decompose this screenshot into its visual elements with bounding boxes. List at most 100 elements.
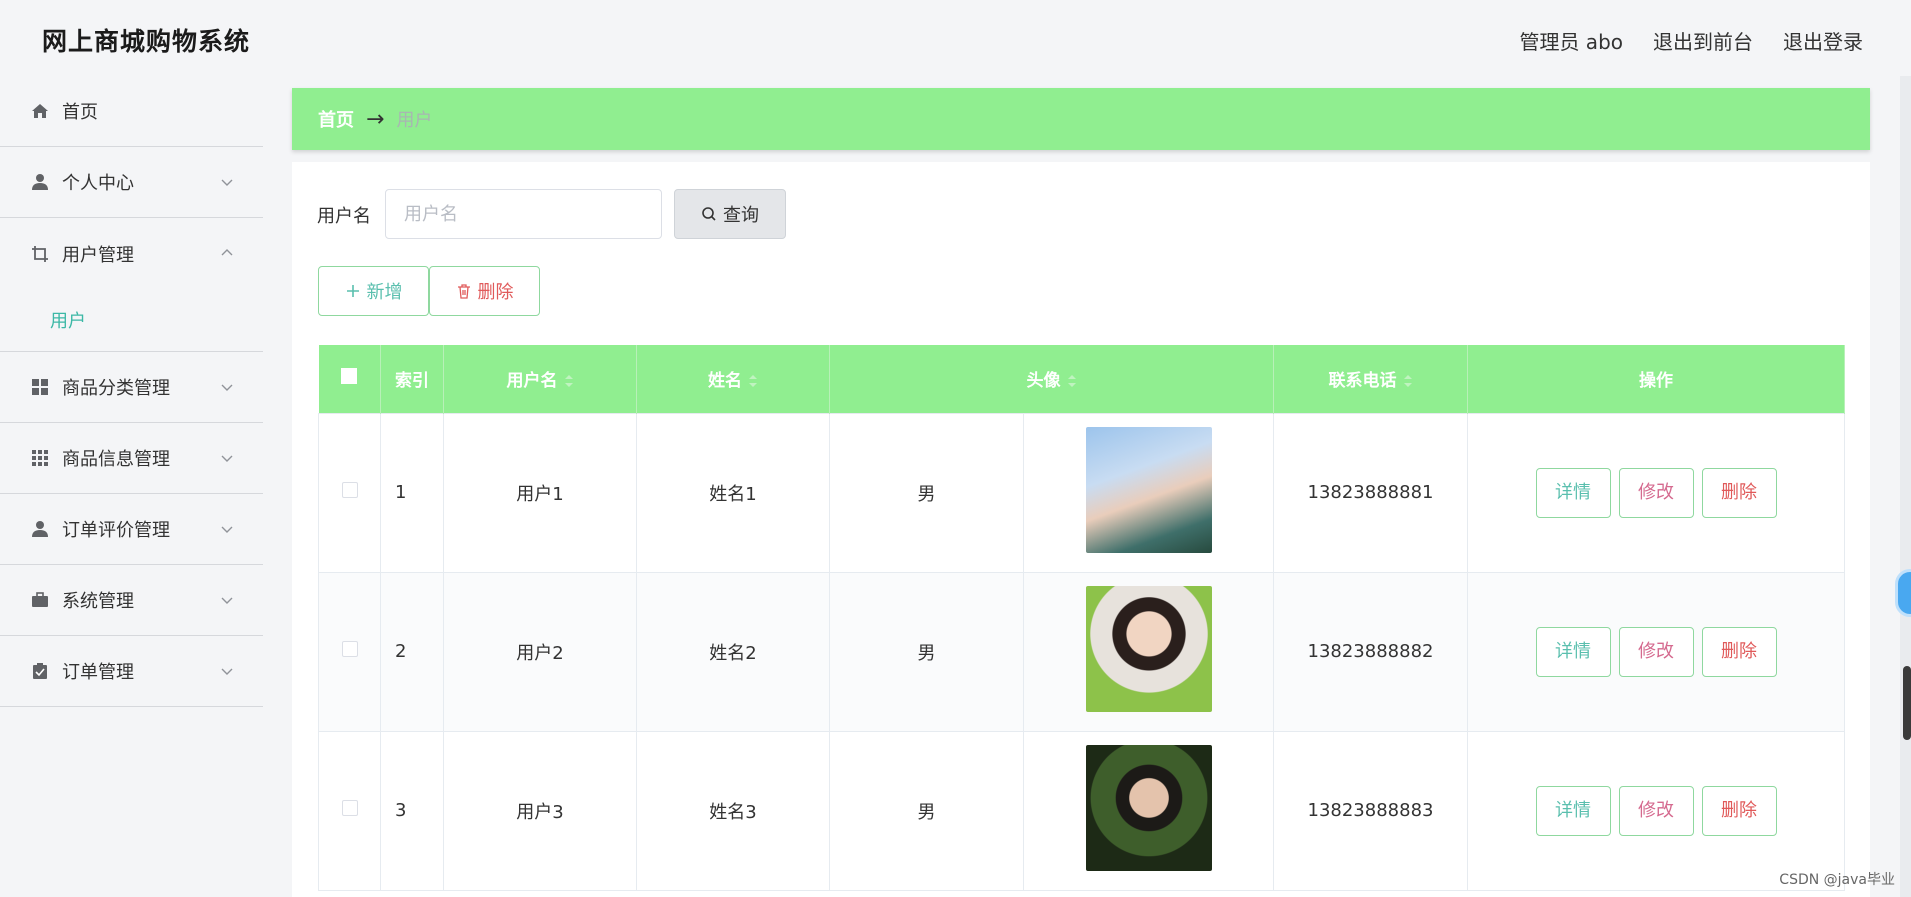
- row-actions: 详情 修改 删除: [1467, 412, 1845, 573]
- select-all-header[interactable]: [318, 345, 381, 413]
- row-gender: 男: [829, 412, 1024, 573]
- sidebar-item-home[interactable]: 首页: [0, 76, 263, 147]
- avatar-image: [1085, 586, 1212, 712]
- breadcrumb-current: 用户: [396, 110, 433, 131]
- watermark: CSDN @java毕业: [1779, 872, 1895, 888]
- sort-icon[interactable]: [748, 374, 758, 388]
- breadcrumb-home[interactable]: 首页: [318, 106, 354, 132]
- row-name: 姓名3: [636, 730, 830, 891]
- crop-icon: [30, 244, 50, 264]
- table-row: 1 用户1 姓名1 男 13823888881 详情 修改 删除: [318, 412, 1845, 573]
- detail-button[interactable]: 详情: [1535, 467, 1611, 518]
- sort-icon[interactable]: [1403, 374, 1413, 388]
- row-phone: 13823888881: [1273, 412, 1468, 573]
- row-index: 1: [380, 412, 444, 573]
- sidebar-item-personal-center[interactable]: 个人中心: [0, 147, 263, 218]
- chevron-down-icon: [221, 668, 233, 675]
- row-gender: 男: [829, 730, 1024, 891]
- column-header-label: 联系电话: [1328, 371, 1397, 392]
- back-to-frontend-link[interactable]: 退出到前台: [1653, 26, 1753, 55]
- column-header-actions: 操作: [1467, 345, 1845, 413]
- sidebar-item-user-management[interactable]: 用户管理: [0, 218, 263, 289]
- clipboard-icon: [30, 661, 50, 681]
- grid-icon: [30, 377, 50, 397]
- chevron-down-icon: [221, 455, 233, 462]
- row-select-cell: [318, 730, 381, 891]
- users-table: 索引 用户名 姓名 头像 联系电话 操作 1 用户1 姓名1 男 1382388…: [318, 345, 1845, 891]
- sort-icon[interactable]: [564, 374, 574, 388]
- page-scrollbar[interactable]: [1900, 76, 1911, 897]
- edit-button[interactable]: 修改: [1618, 467, 1694, 518]
- delete-button[interactable]: 删除: [1701, 467, 1777, 518]
- avatar-image: [1085, 745, 1212, 871]
- sidebar-item-label: 个人中心: [62, 173, 134, 194]
- sidebar-item-label: 首页: [62, 102, 98, 123]
- search-button[interactable]: 查询: [674, 189, 786, 239]
- app-header: 网上商城购物系统 管理员 abo 退出到前台 退出登录: [0, 0, 1911, 76]
- table-header-row: 索引 用户名 姓名 头像 联系电话 操作: [318, 345, 1845, 413]
- column-header-label: 头像: [1026, 371, 1061, 392]
- row-phone: 13823888882: [1273, 571, 1468, 732]
- row-name: 姓名1: [636, 412, 830, 573]
- search-button-label: 查询: [723, 205, 759, 226]
- select-all-checkbox[interactable]: [341, 368, 358, 385]
- column-header-label: 姓名: [708, 371, 742, 392]
- batch-delete-label: 删除: [477, 282, 514, 303]
- row-name: 姓名2: [636, 571, 830, 732]
- row-checkbox[interactable]: [341, 800, 358, 816]
- column-header-label: 用户名: [506, 371, 558, 392]
- row-actions: 详情 修改 删除: [1467, 730, 1845, 891]
- home-icon: [30, 101, 50, 121]
- add-button[interactable]: 新增: [318, 266, 429, 316]
- sidebar-item-category-management[interactable]: 商品分类管理: [0, 352, 263, 423]
- chevron-up-icon: [221, 249, 233, 256]
- breadcrumb-separator: →: [366, 106, 385, 132]
- user-icon: [30, 519, 50, 539]
- row-checkbox[interactable]: [341, 482, 358, 498]
- username-search-input[interactable]: [385, 189, 662, 239]
- batch-delete-button[interactable]: 删除: [429, 266, 540, 316]
- sidebar-item-label: 商品信息管理: [62, 449, 170, 470]
- row-select-cell: [318, 412, 381, 573]
- column-header-username[interactable]: 用户名: [443, 345, 637, 413]
- plus-icon: [346, 285, 359, 297]
- row-username: 用户3: [443, 730, 637, 891]
- row-phone: 13823888883: [1273, 730, 1468, 891]
- search-icon: [702, 207, 716, 221]
- chevron-down-icon: [221, 597, 233, 604]
- row-index: 3: [380, 730, 444, 891]
- row-checkbox[interactable]: [341, 641, 358, 657]
- floating-bubble[interactable]: [1895, 569, 1911, 617]
- chevron-down-icon: [221, 384, 233, 391]
- avatar-image: [1085, 427, 1212, 553]
- logout-link[interactable]: 退出登录: [1783, 26, 1863, 55]
- detail-button[interactable]: 详情: [1535, 785, 1611, 836]
- delete-button[interactable]: 删除: [1701, 626, 1777, 677]
- column-header-name[interactable]: 姓名: [636, 345, 830, 413]
- edit-button[interactable]: 修改: [1618, 626, 1694, 677]
- row-actions: 详情 修改 删除: [1467, 571, 1845, 732]
- row-avatar-cell: [1023, 412, 1274, 573]
- column-header-avatar[interactable]: 头像: [829, 345, 1274, 413]
- sidebar-item-label: 订单评价管理: [62, 520, 170, 541]
- sidebar-item-label: 订单管理: [62, 662, 134, 683]
- delete-button[interactable]: 删除: [1701, 785, 1777, 836]
- sidebar-item-review-management[interactable]: 订单评价管理: [0, 494, 263, 565]
- apps-icon: [30, 448, 50, 468]
- column-header-phone[interactable]: 联系电话: [1273, 345, 1468, 413]
- detail-button[interactable]: 详情: [1535, 626, 1611, 677]
- chevron-down-icon: [221, 526, 233, 533]
- search-label: 用户名: [317, 206, 371, 227]
- briefcase-icon: [30, 590, 50, 610]
- row-username: 用户2: [443, 571, 637, 732]
- edit-button[interactable]: 修改: [1618, 785, 1694, 836]
- sidebar-subitem-users[interactable]: 用户: [0, 289, 263, 352]
- scrollbar-thumb[interactable]: [1903, 666, 1911, 740]
- admin-user-link[interactable]: 管理员 abo: [1519, 26, 1623, 55]
- sidebar-item-order-management[interactable]: 订单管理: [0, 636, 263, 707]
- sidebar-item-system-management[interactable]: 系统管理: [0, 565, 263, 636]
- sidebar-item-label: 系统管理: [62, 591, 134, 612]
- sidebar-item-label: 用户管理: [62, 244, 134, 266]
- sidebar-item-product-management[interactable]: 商品信息管理: [0, 423, 263, 494]
- sort-icon[interactable]: [1067, 374, 1077, 388]
